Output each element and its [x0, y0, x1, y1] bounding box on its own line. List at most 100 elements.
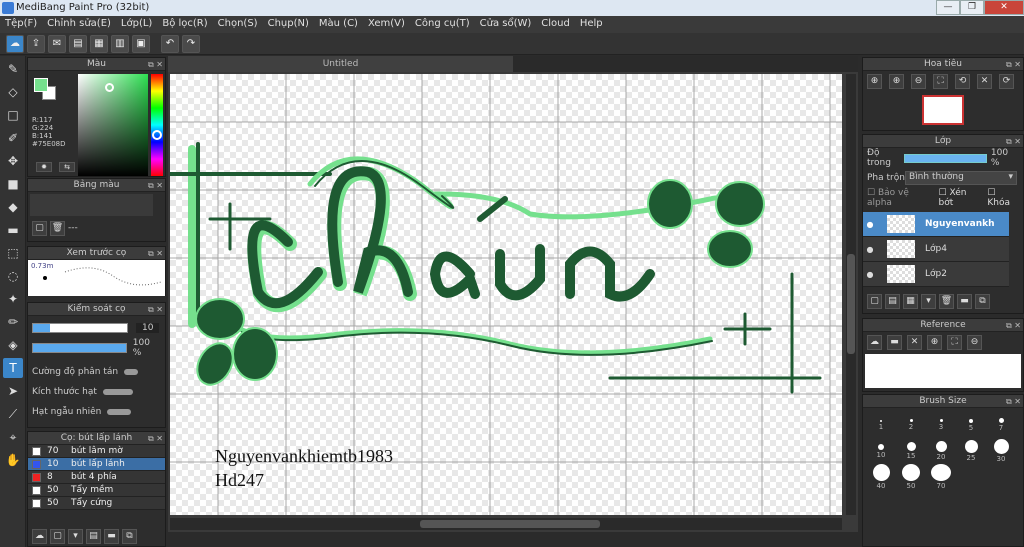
menu-item[interactable]: Tệp(F) [0, 16, 42, 33]
bucket-tool-icon[interactable]: ◆ [3, 197, 23, 217]
duplicate-brush-icon[interactable]: ⧉ [122, 528, 137, 544]
panel-menu-icon[interactable]: ⧉ ✕ [148, 432, 163, 445]
rotate-left-icon[interactable]: ⟲ [955, 73, 970, 89]
menu-item[interactable]: Chỉnh sửa(E) [42, 16, 116, 33]
add-brush-icon[interactable]: ▢ [50, 528, 65, 544]
size-slider[interactable] [32, 323, 128, 333]
scatter-slider[interactable] [124, 369, 139, 375]
navigator-thumbnail[interactable] [922, 95, 964, 125]
menu-item[interactable]: Lớp(L) [116, 16, 157, 33]
zoom-in-icon[interactable]: ⊕ [867, 73, 882, 89]
brush-size-option[interactable]: 70 [926, 464, 956, 490]
folder-brush-icon[interactable]: ▬ [104, 528, 119, 544]
close-button[interactable]: ✕ [984, 0, 1024, 15]
panel-menu-icon[interactable]: ⧉ ✕ [1006, 395, 1021, 408]
menu-item[interactable]: Màu (C) [314, 16, 363, 33]
cloud-brush-icon[interactable]: ☁ [32, 528, 47, 544]
open-reference-icon[interactable]: ▬ [887, 334, 902, 350]
undo-icon[interactable]: ↶ [161, 34, 179, 53]
page-icon[interactable]: ▤ [69, 34, 87, 53]
primary-color-swatch[interactable] [34, 78, 48, 92]
brush-size-option[interactable]: 1 [866, 412, 896, 438]
canvas-vertical-scrollbar[interactable] [846, 74, 856, 515]
brush-size-option[interactable]: 40 [866, 464, 896, 490]
menu-item[interactable]: Cửa sổ(W) [475, 16, 537, 33]
brush-size-option[interactable]: 10 [866, 438, 896, 464]
menu-item[interactable]: Xem(V) [363, 16, 410, 33]
duplicate-layer-icon[interactable]: ⧉ [975, 293, 990, 309]
redo-icon[interactable]: ↷ [182, 34, 200, 53]
close-reference-icon[interactable]: ✕ [907, 334, 922, 350]
brush-size-option[interactable]: 20 [926, 438, 956, 464]
eyedropper-tool-icon[interactable]: ⌖ [3, 427, 23, 447]
visibility-eye-icon[interactable]: ● [863, 270, 877, 279]
palette-area[interactable] [30, 194, 153, 216]
grain-size-slider[interactable] [102, 389, 133, 395]
minimize-button[interactable]: — [936, 0, 960, 15]
brush-size-option[interactable]: 15 [896, 438, 926, 464]
clip-checkbox[interactable]: ☐ Xén bớt [939, 188, 982, 208]
magic-wand-icon[interactable]: ✦ [3, 289, 23, 309]
rectangle-tool-icon[interactable]: □ [3, 105, 23, 125]
comment-icon[interactable]: ✉ [48, 34, 66, 53]
panel-menu-icon[interactable]: ⧉ ✕ [148, 303, 163, 316]
zoom-out-reference-icon[interactable]: ⊖ [967, 334, 982, 350]
menu-item[interactable]: Chọn(S) [213, 16, 263, 33]
layer-menu-icon[interactable]: ▾ [921, 293, 936, 309]
lasso-tool-icon[interactable]: ◌ [3, 266, 23, 286]
edit-brush-icon[interactable]: ▤ [86, 528, 101, 544]
select-pen-icon[interactable]: ✏ [3, 312, 23, 332]
opacity-slider[interactable] [32, 343, 127, 353]
menu-item[interactable]: Công cụ(T) [410, 16, 475, 33]
text-tool-icon[interactable]: T [3, 358, 23, 378]
fill-tool-icon[interactable]: ■ [3, 174, 23, 194]
vscroll-thumb[interactable] [847, 254, 855, 354]
brush-list-item[interactable]: 50 Tẩy cứng [28, 497, 165, 510]
divide-tool-icon[interactable]: ⟋ [3, 404, 23, 424]
sv-cursor[interactable] [105, 83, 114, 92]
brush-size-option[interactable]: 5 [956, 412, 986, 438]
brush-list-item[interactable]: 8 bút 4 phía [28, 471, 165, 484]
panel-menu-icon[interactable]: ⧉ ✕ [148, 179, 163, 192]
layer-row[interactable]: ● Nguyenvankh [863, 212, 1009, 237]
rotate-right-icon[interactable]: ⟳ [999, 73, 1014, 89]
brush-list-item[interactable]: 70 bút lâm mờ [28, 445, 165, 458]
folder-layer-icon[interactable]: ▬ [957, 293, 972, 309]
grid-icon[interactable]: ▥ [111, 34, 129, 53]
hscroll-thumb[interactable] [420, 520, 600, 528]
brush-size-option[interactable]: 7 [986, 412, 1016, 438]
zoom-in-2-icon[interactable]: ⊕ [889, 73, 904, 89]
fit-icon[interactable]: ⛶ [933, 73, 948, 89]
menu-item[interactable]: Bộ lọc(R) [157, 16, 212, 33]
brush-size-option[interactable]: 25 [956, 438, 986, 464]
reference-view[interactable] [865, 354, 1021, 388]
cloud-icon[interactable]: ☁ [6, 34, 24, 53]
brush-tool-icon[interactable]: ✎ [3, 59, 23, 79]
new-layer-3-icon[interactable]: ▦ [903, 293, 918, 309]
brush-list-item[interactable]: 10 bút lấp lánh [28, 458, 165, 471]
size-value[interactable]: 10 [136, 323, 160, 333]
hand-tool-icon[interactable]: ✋ [3, 450, 23, 470]
brush-menu-icon[interactable]: ▾ [68, 528, 83, 544]
blend-mode-select[interactable]: Bình thường ▾ [905, 171, 1017, 185]
operation-tool-icon[interactable]: ➤ [3, 381, 23, 401]
menu-item[interactable]: Cloud [536, 16, 575, 33]
fit-reference-icon[interactable]: ⛶ [947, 334, 962, 350]
panels-icon[interactable]: ▣ [132, 34, 150, 53]
gradient-tool-icon[interactable]: ▬ [3, 220, 23, 240]
panel-menu-icon[interactable]: ⧉ ✕ [148, 247, 163, 260]
alpha-protect-checkbox[interactable]: ☐ Bảo vệ alpha [867, 188, 933, 208]
add-palette-icon[interactable]: ▢ [32, 220, 47, 236]
panel-menu-icon[interactable]: ⧉ ✕ [148, 58, 163, 71]
panel-menu-icon[interactable]: ⧉ ✕ [1006, 58, 1021, 71]
saturation-value-picker[interactable] [78, 74, 148, 176]
share-icon[interactable]: ⇪ [27, 34, 45, 53]
eraser-tool-icon[interactable]: ◇ [3, 82, 23, 102]
menu-item[interactable]: Chụp(N) [263, 16, 314, 33]
brush-size-option[interactable]: 3 [926, 412, 956, 438]
move-tool-icon[interactable]: ✥ [3, 151, 23, 171]
document-tab[interactable]: Untitled [168, 56, 513, 72]
new-layer-icon[interactable]: ▢ [867, 293, 882, 309]
hue-cursor[interactable] [152, 130, 162, 140]
doc-icon[interactable]: ▦ [90, 34, 108, 53]
